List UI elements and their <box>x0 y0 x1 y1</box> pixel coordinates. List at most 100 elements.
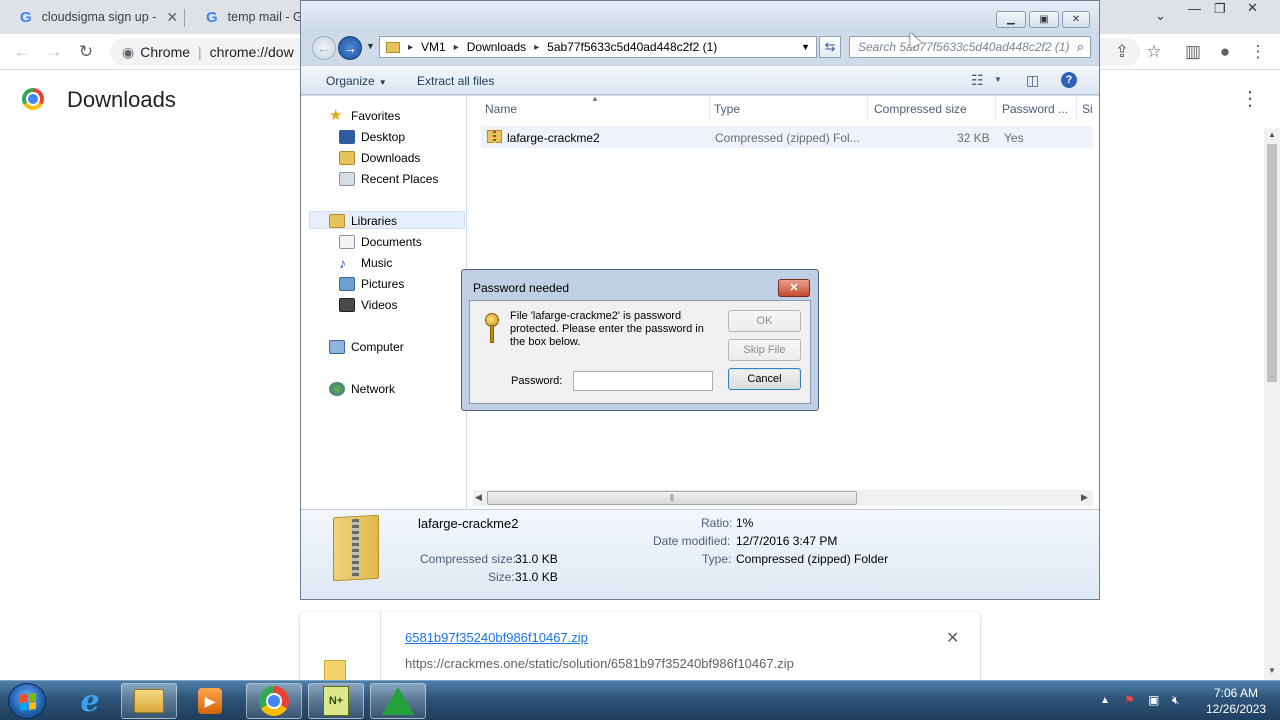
chevron-down-icon: ▼ <box>378 78 387 87</box>
side-panel-icon[interactable]: ▥ <box>1181 40 1205 64</box>
tab-search-chevron-icon[interactable]: ⌄ <box>1155 8 1166 28</box>
refresh-icon[interactable]: ⇆ <box>819 36 841 58</box>
close-icon[interactable]: ✕ <box>1062 11 1090 28</box>
breadcrumb-downloads[interactable]: Downloads <box>467 40 526 54</box>
scroll-up-icon[interactable]: ▲ <box>1268 130 1276 139</box>
chevron-down-icon[interactable]: ▼ <box>994 75 1002 84</box>
view-options-icon[interactable]: ☷ <box>971 72 984 89</box>
recent-pages-dropdown-icon[interactable]: ▼ <box>366 41 375 51</box>
forward-arrow-icon[interactable]: → <box>42 40 66 64</box>
nav-pictures[interactable]: Pictures <box>339 277 404 291</box>
scroll-right-icon[interactable]: ▶ <box>1081 492 1088 503</box>
nav-downloads[interactable]: Downloads <box>339 151 420 165</box>
search-input[interactable]: Search 5ab77f5633c5d40ad448c2f2 (1) ⌕ <box>849 36 1091 58</box>
bookmark-star-icon[interactable]: ☆ <box>1142 40 1166 64</box>
details-ratio-label: Ratio: <box>701 516 733 530</box>
nav-libraries[interactable]: Libraries <box>329 214 397 228</box>
more-options-icon[interactable]: ⋮ <box>1240 86 1260 111</box>
nav-label: Pictures <box>361 277 405 291</box>
ok-button[interactable]: OK <box>728 310 801 332</box>
key-shaft <box>490 325 494 343</box>
remove-download-icon[interactable]: ✕ <box>946 628 959 648</box>
taskbar-media-player[interactable]: ▶ <box>182 683 238 719</box>
scrollbar-thumb[interactable]: ⦀ <box>487 491 857 505</box>
scroll-left-icon[interactable]: ◀ <box>475 492 482 503</box>
address-dropdown-icon[interactable]: ▼ <box>801 42 810 52</box>
sort-ascending-icon: ▲ <box>591 94 599 103</box>
close-icon[interactable]: ✕ <box>778 279 810 297</box>
column-header-size[interactable]: Si <box>1082 102 1093 116</box>
reload-icon[interactable]: ↻ <box>74 40 98 64</box>
taskbar-internet-explorer[interactable]: e <box>62 683 118 719</box>
taskbar-clock[interactable]: 7:06 AM 12/26/2023 <box>1196 685 1276 717</box>
documents-icon <box>339 235 355 249</box>
skip-file-button[interactable]: Skip File <box>728 339 801 361</box>
breadcrumb-vm1[interactable]: VM1 <box>421 40 446 54</box>
action-center-flag-icon[interactable]: ⚑ <box>1124 693 1135 707</box>
column-header-compressed-size[interactable]: Compressed size <box>874 102 967 116</box>
chevron-right-icon[interactable]: ▸ <box>408 42 413 53</box>
forward-arrow-icon[interactable]: → <box>338 36 362 60</box>
taskbar-windows-explorer[interactable] <box>121 683 177 719</box>
scrollbar-thumb[interactable] <box>1267 144 1277 382</box>
column-header-type[interactable]: Type <box>714 102 740 116</box>
nav-documents[interactable]: Documents <box>339 235 422 249</box>
taskbar-chrome[interactable] <box>246 683 302 719</box>
horizontal-scrollbar[interactable]: ◀ ⦀ ▶ <box>473 490 1093 506</box>
breadcrumb-current-folder[interactable]: 5ab77f5633c5d40ad448c2f2 (1) <box>547 40 717 54</box>
nav-computer[interactable]: Computer <box>329 340 404 354</box>
maximize-icon[interactable]: ▣ <box>1029 11 1059 28</box>
explorer-title-bar[interactable] <box>301 1 1099 35</box>
browser-tab-cloudsigma[interactable]: G cloudsigma sign up - ✕ <box>0 0 184 34</box>
show-hidden-icons-icon[interactable]: ▲ <box>1100 695 1110 706</box>
column-divider[interactable] <box>867 96 868 120</box>
organize-button[interactable]: Organize ▼ <box>326 74 387 88</box>
nav-network[interactable]: Network <box>329 382 395 396</box>
help-icon[interactable]: ? <box>1061 72 1077 88</box>
close-icon[interactable]: ✕ <box>166 9 178 26</box>
page-title: Downloads <box>67 87 176 112</box>
search-icon[interactable]: ⌕ <box>1077 39 1084 55</box>
extract-all-button[interactable]: Extract all files <box>417 74 494 88</box>
column-divider[interactable] <box>995 96 996 120</box>
chevron-right-icon[interactable]: ▸ <box>454 42 459 53</box>
zip-folder-large-icon <box>333 514 379 582</box>
profile-avatar-icon[interactable]: ● <box>1213 40 1237 64</box>
back-arrow-icon[interactable]: ← <box>312 36 336 60</box>
nav-favorites[interactable]: ★ Favorites <box>329 108 400 123</box>
clock-date: 12/26/2023 <box>1205 702 1267 716</box>
taskbar-green-app[interactable] <box>370 683 426 719</box>
file-name-cell[interactable]: lafarge-crackme2 <box>507 131 600 145</box>
minimize-icon[interactable]: ▁ <box>996 11 1026 28</box>
preview-pane-icon[interactable]: ◫ <box>1026 72 1039 89</box>
cancel-button[interactable]: Cancel <box>728 368 801 390</box>
details-compressed-size-label: Compressed size: <box>420 552 517 566</box>
restore-icon[interactable]: ❐ <box>1214 1 1226 21</box>
network-tray-icon[interactable]: ▣ <box>1148 693 1159 707</box>
download-filename-link[interactable]: 6581b97f35240bf986f10467.zip <box>405 630 588 645</box>
browser-tab-temp-mail[interactable]: G temp mail - Go <box>186 0 306 34</box>
details-size-label: Size: <box>488 570 515 584</box>
chrome-menu-icon[interactable]: ⋮ <box>1246 40 1270 64</box>
chrome-logo-icon <box>22 88 44 110</box>
scroll-down-icon[interactable]: ▼ <box>1268 666 1276 675</box>
minimize-icon[interactable]: — <box>1188 1 1201 21</box>
column-header-password[interactable]: Password ... <box>1002 102 1068 116</box>
nav-music[interactable]: ♪ Music <box>339 256 392 270</box>
chevron-right-icon[interactable]: ▸ <box>534 42 539 53</box>
volume-muted-icon[interactable]: 🔇︎ <box>1172 693 1180 708</box>
share-icon[interactable]: ⇪ <box>1110 40 1134 64</box>
close-window-icon[interactable]: ✕ <box>1247 0 1258 20</box>
nav-recent-places[interactable]: Recent Places <box>339 172 438 186</box>
column-divider[interactable] <box>1076 96 1077 120</box>
start-button[interactable] <box>8 683 46 719</box>
nav-videos[interactable]: Videos <box>339 298 397 312</box>
password-field[interactable] <box>573 371 713 391</box>
column-header-name[interactable]: Name <box>485 102 517 116</box>
back-arrow-icon[interactable]: ← <box>10 40 34 64</box>
page-scrollbar[interactable]: ▲ ▼ <box>1264 128 1280 680</box>
column-divider[interactable] <box>709 96 710 120</box>
breadcrumb[interactable]: ▸ VM1 ▸ Downloads ▸ 5ab77f5633c5d40ad448… <box>379 36 817 58</box>
nav-desktop[interactable]: Desktop <box>339 130 405 144</box>
taskbar-notepad-plus[interactable]: N+ <box>308 683 364 719</box>
